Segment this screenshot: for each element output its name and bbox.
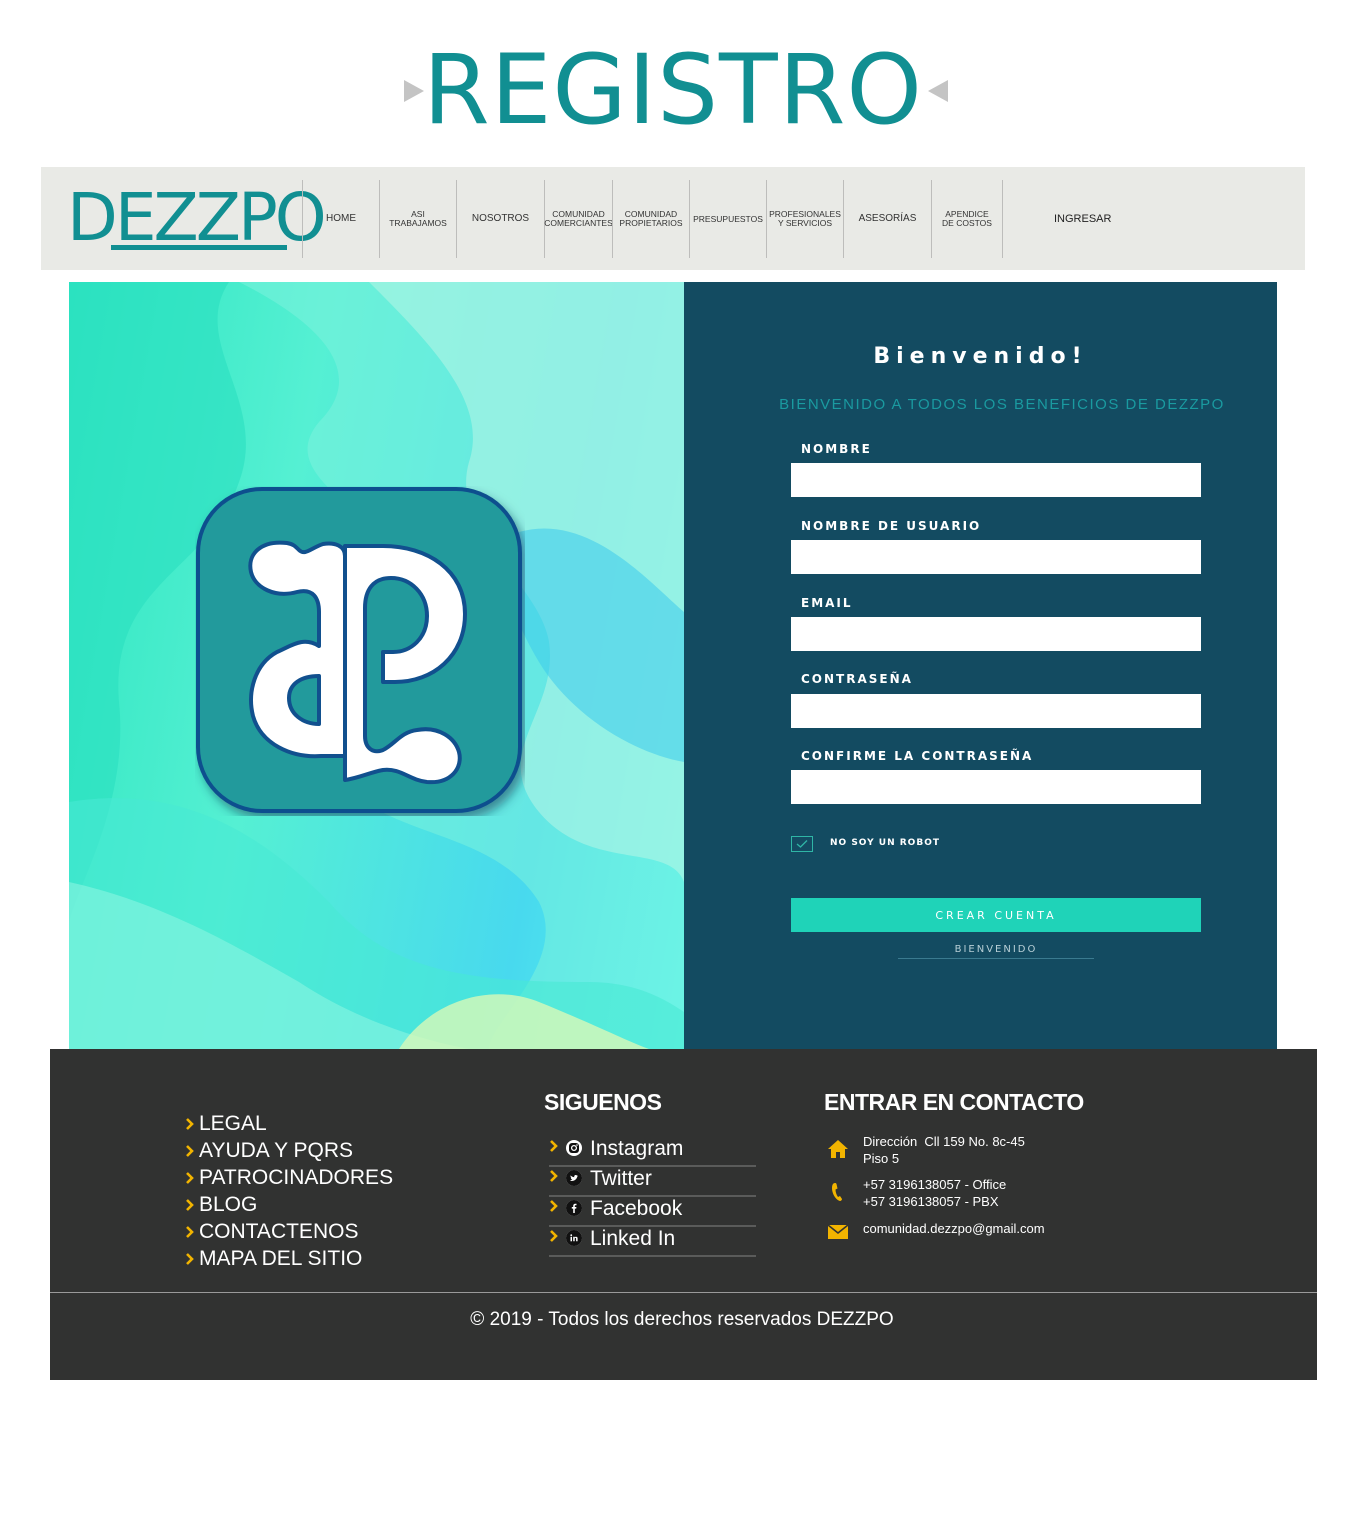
nav-item-comunidad-comerciantes[interactable]: COMUNIDAD COMERCIANTES [544, 180, 613, 258]
nav-item-nosotros[interactable]: NOSOTROS [456, 180, 544, 258]
nav-item-home[interactable]: HOME [302, 180, 379, 258]
nav-menu: HOME ASI TRABAJAMOS NOSOTROS COMUNIDAD C… [302, 180, 1003, 258]
copyright-text: © 2019 - Todos los derechos reservados D… [470, 1309, 894, 1330]
footer-divider [50, 1292, 1317, 1293]
nav-item-asesorias[interactable]: ASESORÍAS [843, 180, 931, 258]
create-account-button[interactable]: CREAR CUENTA [791, 898, 1201, 932]
password-label: CONTRASEÑA [801, 672, 913, 686]
social-link-label: Instagram [590, 1137, 684, 1160]
logo-underline [111, 245, 287, 250]
footer-link-legal[interactable]: LEGAL [185, 1110, 393, 1137]
social-links: Instagram Twitter Facebook Linked In [549, 1137, 756, 1257]
footer-link-mapa[interactable]: MAPA DEL SITIO [185, 1245, 393, 1272]
password-field[interactable] [791, 694, 1201, 728]
username-field[interactable] [791, 540, 1201, 574]
email-text: comunidad.dezzpo@gmail.com [863, 1221, 1045, 1236]
phone-icon [832, 1183, 842, 1201]
welcome-title: Bienvenido! [873, 344, 1088, 369]
page-title: REGISTRO [423, 34, 923, 146]
chevron-right-icon [186, 1144, 194, 1157]
social-heading: SIGUENOS [544, 1089, 662, 1115]
footer-link-label: PATROCINADORES [199, 1165, 394, 1189]
chevron-right-icon [186, 1117, 194, 1130]
nav-item-profesionales[interactable]: PROFESIONALES Y SERVICIOS [766, 180, 843, 258]
confirm-password-field[interactable] [791, 770, 1201, 804]
footer-link-label: LEGAL [199, 1111, 267, 1135]
username-label: NOMBRE DE USUARIO [801, 519, 982, 533]
contact-address: Dirección Cll 159 No. 8c-45 Piso 5 [826, 1133, 1086, 1167]
nav-item-label: NOSOTROS [471, 213, 530, 224]
footer-link-patrocinadores[interactable]: PATROCINADORES [185, 1164, 393, 1191]
social-link-linkedin[interactable]: Linked In [549, 1227, 756, 1257]
dezzpo-app-icon [196, 487, 522, 813]
chevron-right-icon [186, 1171, 194, 1184]
nav-item-presupuestos[interactable]: PRESUPUESTOS [689, 180, 766, 258]
address-text: Dirección Cll 159 No. 8c-45 Piso 5 [863, 1134, 1025, 1166]
mail-icon [827, 1224, 849, 1239]
confirm-password-label: CONFIRME LA CONTRASEÑA [801, 749, 1034, 763]
footer-link-contactenos[interactable]: CONTACTENOS [185, 1218, 393, 1245]
checkmark-icon [796, 840, 808, 848]
social-link-label: Linked In [590, 1227, 676, 1250]
linkedin-icon [566, 1230, 582, 1246]
chevron-right-icon [186, 1225, 194, 1238]
nav-item-label: PROFESIONALES Y SERVICIOS [769, 209, 841, 228]
nav-item-label: ASI TRABAJAMOS [389, 209, 447, 228]
nav-item-apendice[interactable]: APENDICE DE COSTOS [931, 180, 1003, 258]
social-link-label: Facebook [590, 1197, 683, 1220]
instagram-icon [566, 1140, 582, 1156]
footer-link-label: BLOG [199, 1192, 258, 1216]
site-footer: LEGAL AYUDA Y PQRS PATROCINADORES BLOG C… [50, 1049, 1317, 1380]
page-heading: REGISTRO [0, 34, 1346, 146]
chevron-right-icon [186, 1252, 194, 1265]
footer-link-label: AYUDA Y PQRS [199, 1138, 354, 1162]
nav-item-label: PRESUPUESTOS [693, 213, 763, 224]
nav-item-asi-trabajamos[interactable]: ASI TRABAJAMOS [379, 180, 456, 258]
nav-item-label: COMUNIDAD COMERCIANTES [544, 209, 613, 228]
footer-link-blog[interactable]: BLOG [185, 1191, 393, 1218]
facebook-icon [566, 1200, 582, 1216]
footer-link-label: MAPA DEL SITIO [199, 1246, 363, 1270]
contact-email[interactable]: comunidad.dezzpo@gmail.com [826, 1220, 1086, 1244]
welcome-subtitle: BIENVENIDO A TODOS LOS BENEFICIOS DE DEZ… [779, 396, 1225, 413]
nav-item-label: ASESORÍAS [858, 213, 917, 224]
name-label: NOMBRE [801, 442, 872, 456]
social-link-label: Twitter [590, 1167, 652, 1190]
footer-link-ayuda[interactable]: AYUDA Y PQRS [185, 1137, 393, 1164]
chevron-right-icon [550, 1140, 558, 1152]
registration-panel: Bienvenido! BIENVENIDO A TODOS LOS BENEF… [684, 282, 1277, 1049]
contact-heading: ENTRAR EN CONTACTO [824, 1089, 1084, 1115]
social-link-facebook[interactable]: Facebook [549, 1197, 756, 1227]
nav-item-label: APENDICE DE COSTOS [942, 209, 992, 228]
twitter-icon [566, 1170, 582, 1186]
footer-link-label: CONTACTENOS [199, 1219, 359, 1243]
dezzpo-logo[interactable]: DEZZPO [67, 181, 327, 255]
captcha-label: NO SOY UN ROBOT [830, 838, 940, 848]
social-link-twitter[interactable]: Twitter [549, 1167, 756, 1197]
chevron-right-icon [186, 1198, 194, 1211]
contact-phones: +57 3196138057 - Office +57 3196138057 -… [826, 1176, 1086, 1210]
arrow-left-icon [928, 80, 948, 102]
footer-links: LEGAL AYUDA Y PQRS PATROCINADORES BLOG C… [185, 1110, 393, 1272]
hero-illustration [69, 282, 684, 1049]
phones-text: +57 3196138057 - Office +57 3196138057 -… [863, 1177, 1007, 1209]
top-navigation: DEZZPO HOME ASI TRABAJAMOS NOSOTROS COMU… [41, 167, 1305, 270]
chevron-right-icon [550, 1230, 558, 1242]
nav-item-label: COMUNIDAD PROPIETARIOS [619, 209, 683, 228]
nav-item-label: HOME [326, 213, 356, 224]
logo-text: DEZZPO [67, 179, 327, 256]
email-label: EMAIL [801, 596, 853, 610]
nav-item-comunidad-propietarios[interactable]: COMUNIDAD PROPIETARIOS [612, 180, 689, 258]
name-field[interactable] [791, 463, 1201, 497]
home-icon [828, 1140, 848, 1158]
chevron-right-icon [550, 1200, 558, 1212]
chevron-right-icon [550, 1170, 558, 1182]
email-field[interactable] [791, 617, 1201, 651]
login-link[interactable]: INGRESAR [1054, 213, 1111, 225]
captcha-checkbox[interactable] [791, 836, 813, 852]
social-link-instagram[interactable]: Instagram [549, 1137, 756, 1167]
welcome-link[interactable]: BIENVENIDO [898, 944, 1094, 959]
